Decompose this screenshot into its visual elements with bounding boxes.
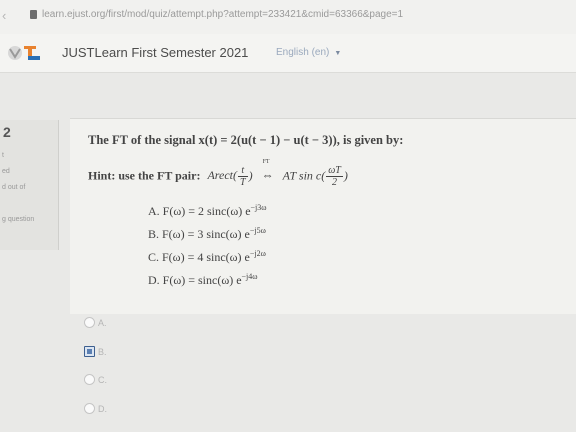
chevron-down-icon: ▼ [334,50,342,57]
hint-left-close: ) [248,168,253,183]
hint-right-close: ) [343,168,348,183]
choice-b-exponent: −j5ω [249,226,266,235]
hint-label: Hint: use the FT pair: [88,168,201,183]
choice-a: A. F(ω) = 2 sinc(ω) e−j3ω [148,203,267,226]
answer-label-c[interactable]: C. [98,375,107,385]
choice-a-text: A. F(ω) = 2 sinc(ω) e [148,204,251,218]
answer-label-a[interactable]: A. [98,318,107,328]
question-number: 2 [3,124,11,140]
choice-b-text: B. F(ω) = 3 sinc(ω) e [148,227,250,241]
answer-label-b[interactable]: B. [98,347,107,357]
choice-a-exponent: −j3ω [250,203,267,212]
ft-pair-arrow: FT ⇔ [261,159,274,183]
hint-left-numerator: t [238,165,248,177]
choice-list: A. F(ω) = 2 sinc(ω) e−j3ω B. F(ω) = 3 si… [148,203,267,295]
answer-option-a[interactable]: A. [84,314,107,329]
hint-left-fraction: tT [238,165,248,188]
question-status-detail: ed [2,168,10,175]
choice-d: D. F(ω) = sinc(ω) e−j4ω [148,272,267,295]
language-menu[interactable]: English (en) ▼ [276,47,341,58]
choice-c-text: C. F(ω) = 4 sinc(ω) e [148,250,250,264]
choice-d-text: D. F(ω) = sinc(ω) e [148,273,242,287]
back-arrow-icon[interactable]: ‹ [2,8,6,23]
answer-option-d[interactable]: D. [84,400,107,415]
question-card: The FT of the signal x(t) = 2(u(t − 1) −… [70,118,576,314]
question-marks: d out of [2,184,26,191]
hint-right-denominator: 2 [332,177,338,188]
radio-b[interactable] [84,346,95,358]
hint-right-expr: AT sin c( [282,168,326,183]
question-status: t [2,152,4,159]
choice-b: B. F(ω) = 3 sinc(ω) e−j5ω [148,226,267,249]
lock-icon [30,10,37,19]
language-label: English (en) [276,47,330,58]
hint-right-numerator: ωT [326,165,343,177]
choice-c-exponent: −j2ω [249,249,266,258]
question-hint: Hint: use the FT pair: Arect(t T) FT ⇔ AT … [88,159,348,188]
ft-arrow-label: FT [262,159,270,166]
answer-option-b[interactable]: B. [84,343,107,358]
hint-left-expr: Arect( [207,168,237,183]
question-info-panel: 2 t ed d out of g question [0,120,59,250]
radio-d[interactable] [84,403,95,415]
site-header: JUSTLearn First Semester 2021 English (e… [0,34,576,73]
site-name[interactable]: JUSTLearn First Semester 2021 [62,45,248,60]
url-text[interactable]: learn.ejust.org/first/mod/quiz/attempt.p… [42,9,403,20]
browser-address-bar[interactable]: ‹ learn.ejust.org/first/mod/quiz/attempt… [0,0,576,35]
radio-a[interactable] [84,317,95,329]
hint-right-fraction: ωT 2 [326,165,343,188]
question-text: The FT of the signal x(t) = 2(u(t − 1) −… [88,133,404,147]
hint-left-denominator: T [240,177,246,188]
radio-c[interactable] [84,374,95,386]
choice-c: C. F(ω) = 4 sinc(ω) e−j2ω [148,249,267,272]
answer-option-c[interactable]: C. [84,371,107,386]
flag-question-link[interactable]: g question [2,216,34,223]
double-arrow-icon: ⇔ [261,168,274,183]
choice-d-exponent: −j4ω [241,272,258,281]
answer-label-d[interactable]: D. [98,404,107,414]
site-logo-icon[interactable] [6,43,58,63]
